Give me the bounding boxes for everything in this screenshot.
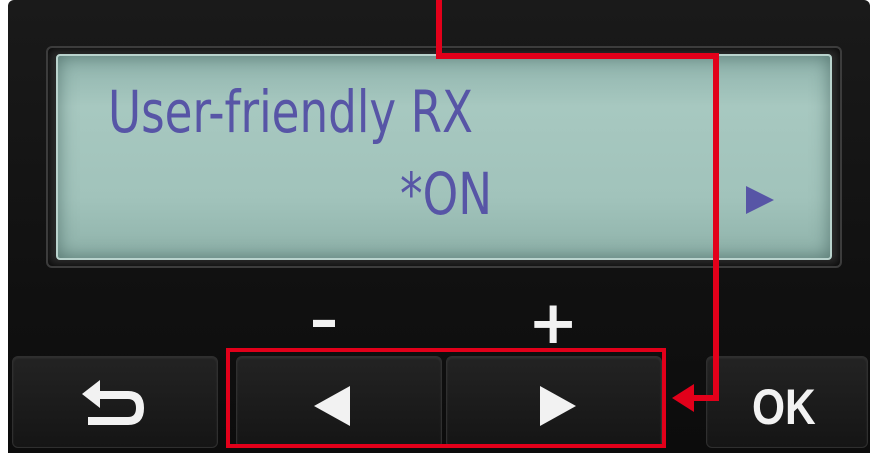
- callout-arrow: [436, 0, 719, 412]
- printer-control-panel-photo: User-friendly RX *ON – + OK: [0, 0, 870, 453]
